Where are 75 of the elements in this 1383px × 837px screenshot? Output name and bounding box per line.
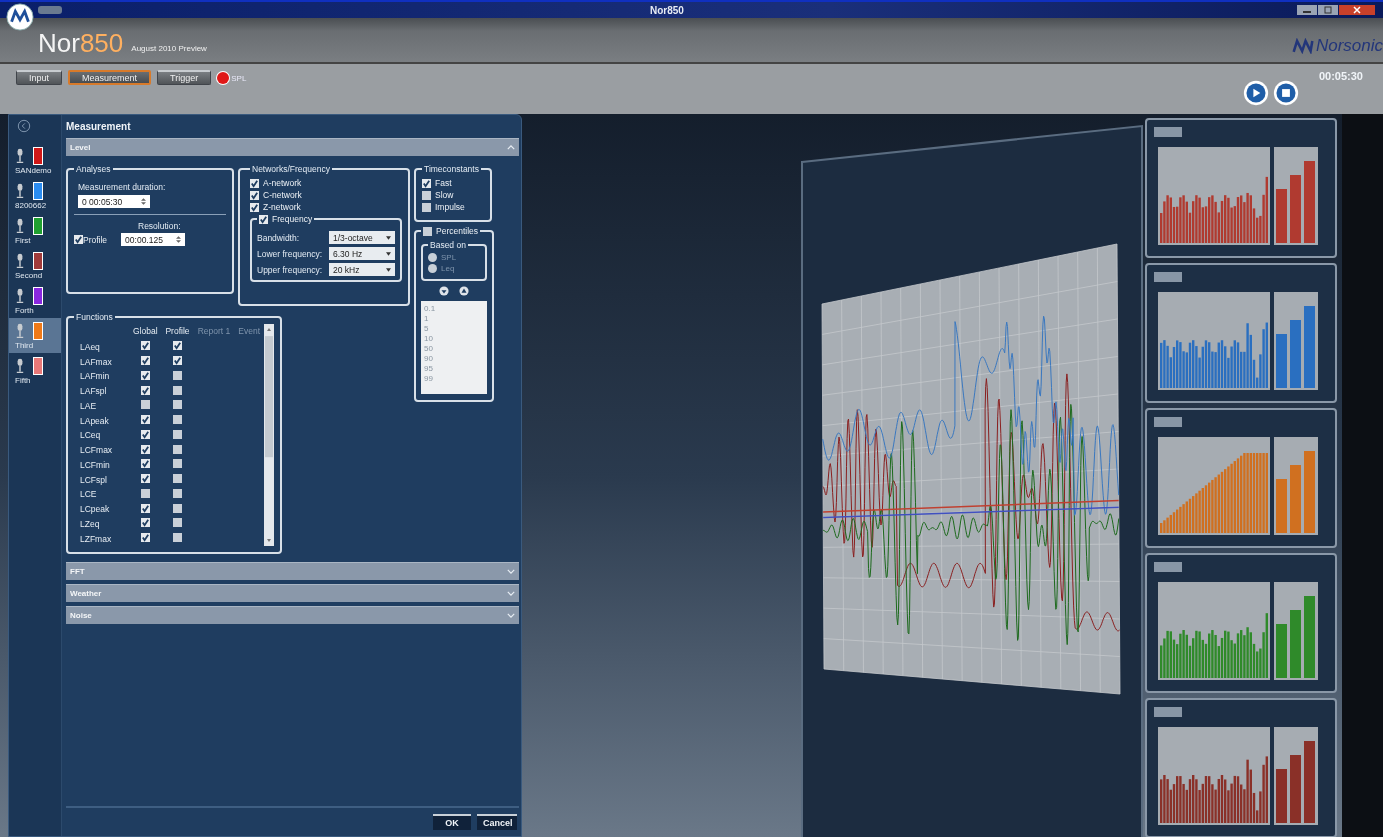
percentile-value[interactable]: 99: [424, 374, 484, 384]
channel-item[interactable]: 8200662: [9, 178, 61, 213]
tab[interactable]: Trigger: [157, 70, 212, 85]
resolution-field[interactable]: 00:00.125: [121, 233, 186, 246]
checkbox-label: C-network: [263, 190, 302, 200]
checkbox-label: Fast: [435, 178, 452, 188]
function-name: LZeq: [79, 517, 101, 531]
checkbox-label: Impulse: [435, 202, 465, 212]
dropdown[interactable]: 6.30 Hz: [329, 247, 395, 260]
channel-item[interactable]: Second: [9, 248, 61, 283]
checkbox-label: Frequency: [272, 214, 313, 224]
section-header[interactable]: Noise: [66, 606, 519, 624]
checkbox-label: A-network: [263, 178, 302, 188]
channel-item[interactable]: Third: [9, 318, 61, 353]
app-brand: Nor850: [38, 30, 124, 56]
channel-item[interactable]: SANdemo: [9, 143, 61, 178]
percentile-value[interactable]: 10: [424, 334, 484, 344]
radio-label: Leq: [441, 264, 455, 273]
field-label: Measurement duration:: [78, 182, 167, 192]
function-name: LApeak: [79, 414, 110, 428]
function-name: LAFmin: [79, 370, 111, 384]
channel-item[interactable]: Forth: [9, 283, 61, 318]
function-name: LAFmax: [79, 355, 113, 369]
group-title: Based on: [429, 240, 467, 250]
dialog-button[interactable]: OK: [433, 814, 471, 830]
percentile-value[interactable]: 0.1: [424, 304, 484, 314]
percentile-value[interactable]: 1: [424, 314, 484, 324]
column-header: Report 1: [196, 325, 232, 339]
column-header: Event: [237, 325, 262, 339]
tab[interactable]: Measurement: [68, 70, 152, 85]
column-header: Global: [131, 325, 159, 339]
function-name: LAE: [79, 399, 98, 413]
group-title: Networks/Frequency: [251, 164, 331, 174]
section-header[interactable]: Weather: [66, 584, 519, 602]
checkbox-label: Profile: [83, 234, 108, 245]
channel-item[interactable]: Fifth: [9, 353, 61, 388]
function-name: LAFspl: [79, 385, 108, 399]
checkbox-label: Slow: [435, 190, 454, 200]
function-name: LCeq: [79, 429, 102, 443]
duration-field[interactable]: 0 00:05:30: [78, 195, 150, 208]
spl-label: SPL: [231, 74, 247, 83]
function-name: LAeq: [79, 340, 101, 354]
field-label: Resolution:: [138, 221, 182, 231]
group-title: Analyses: [75, 164, 112, 174]
tab[interactable]: Input: [16, 70, 63, 85]
section-header[interactable]: Level: [66, 138, 519, 156]
app-subtitle: August 2010 Preview: [131, 44, 207, 53]
function-name: LCpeak: [79, 503, 111, 516]
percentile-value[interactable]: 95: [424, 364, 484, 374]
checkbox-label: Percentiles: [436, 226, 479, 236]
company-name: Norsonic: [1315, 36, 1383, 56]
function-name: LCFmin: [79, 458, 111, 472]
radio-label: SPL: [441, 253, 457, 262]
field-label: Bandwidth:: [257, 232, 300, 243]
dialog-button[interactable]: Cancel: [477, 814, 517, 830]
channel-item[interactable]: First: [9, 213, 61, 248]
percentile-value[interactable]: 90: [424, 354, 484, 364]
window-title: Nor850: [650, 4, 684, 16]
panel-title: Measurement: [66, 120, 132, 134]
column-header: Profile: [164, 325, 191, 339]
function-name: LCE: [79, 488, 98, 502]
elapsed-time: 00:05:30: [1318, 70, 1363, 82]
group-title: Timeconstants: [423, 164, 480, 174]
dropdown[interactable]: 1/3-octave: [329, 231, 395, 244]
function-name: LZFmax: [79, 532, 113, 546]
percentile-value[interactable]: 50: [424, 344, 484, 354]
dropdown[interactable]: 20 kHz: [329, 263, 395, 276]
function-name: LCFmax: [79, 444, 114, 458]
percentile-value[interactable]: 5: [424, 324, 484, 334]
function-name: LCFspl: [79, 473, 108, 487]
section-header[interactable]: FFT: [66, 562, 519, 580]
checkbox-label: Z-network: [263, 202, 301, 212]
group-title: Functions: [75, 312, 114, 322]
field-label: Lower frequency:: [257, 248, 323, 259]
field-label: Upper frequency:: [257, 264, 323, 275]
